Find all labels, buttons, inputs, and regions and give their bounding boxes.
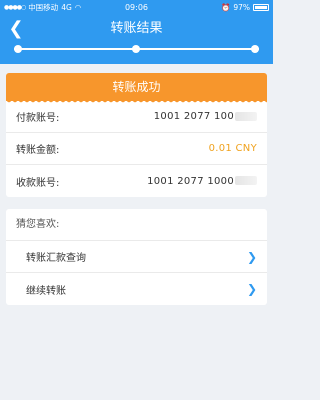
battery-icon xyxy=(252,3,269,11)
continue-transfer-link[interactable]: 继续转账 ❯ xyxy=(6,273,267,305)
page-title: 转账结果 xyxy=(110,21,163,36)
row-value: 1001 2077 1000 xyxy=(147,175,234,187)
result-status: 转账成功 xyxy=(112,80,161,94)
progress-step-3 xyxy=(251,45,259,53)
carrier-name: 中国移动 xyxy=(28,2,59,12)
recommend-title: 猜您喜欢: xyxy=(6,209,267,241)
zigzag-edge xyxy=(6,100,267,104)
battery-percent: 97% xyxy=(233,2,250,12)
list-item-label: 继续转账 xyxy=(26,285,66,297)
row-value: 1001 2077 100 xyxy=(153,111,234,122)
wifi-icon: ◠ xyxy=(74,2,82,12)
row-label: 转账金额: xyxy=(16,145,60,156)
progress-steps xyxy=(14,45,259,53)
nav-bar: ❮ 转账结果 xyxy=(0,14,273,64)
result-header: 转账成功 xyxy=(6,73,267,104)
row-label: 收款账号: xyxy=(16,177,60,189)
amount-row: 转账金额: 0.01 CNY xyxy=(6,133,267,165)
list-item-label: 转账汇款查询 xyxy=(26,253,86,264)
chevron-right-icon: ❯ xyxy=(246,249,257,264)
result-card: 转账成功 付款账号: 1001 2077 100 转账金额: 0.01 CNY … xyxy=(6,73,267,197)
payer-account-row: 付款账号: 1001 2077 100 xyxy=(6,101,267,133)
alarm-icon: ⏰ xyxy=(220,2,231,12)
status-bar: ●●●●○ 中国移动 4G ◠ 09:06 ⏰ 97% xyxy=(0,0,273,14)
masked-digits xyxy=(235,176,257,185)
signal-icon: ●●●●○ xyxy=(4,3,26,11)
transfer-query-link[interactable]: 转账汇款查询 ❯ xyxy=(6,241,267,273)
progress-step-2 xyxy=(132,45,140,53)
payee-account-row: 收款账号: 1001 2077 1000 xyxy=(6,165,267,197)
recommend-card: 猜您喜欢: 转账汇款查询 ❯ 继续转账 ❯ xyxy=(6,209,267,305)
row-label: 付款账号: xyxy=(16,113,60,124)
status-time: 09:06 xyxy=(124,2,149,12)
chevron-right-icon: ❯ xyxy=(246,282,257,296)
row-value: 0.01 CNY xyxy=(208,143,257,154)
network-type: 4G xyxy=(61,2,72,12)
progress-step-1 xyxy=(14,45,22,53)
masked-digits xyxy=(235,111,257,121)
